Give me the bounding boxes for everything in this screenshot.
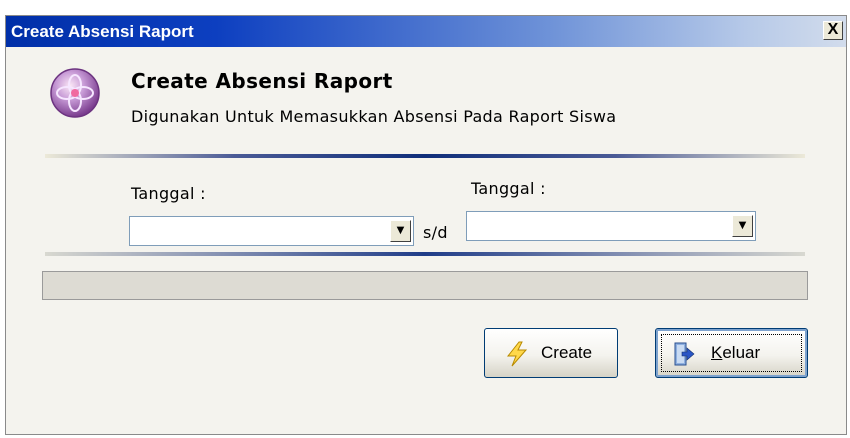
end-date-dropdown[interactable]: ▼ — [466, 211, 756, 241]
date-range-separator: s/d — [423, 223, 448, 242]
lightning-icon — [506, 341, 528, 367]
title-bar[interactable]: Create Absensi Raport X — [6, 16, 846, 47]
header-divider — [45, 154, 805, 158]
exit-door-icon — [674, 342, 695, 366]
window-title: Create Absensi Raport — [11, 22, 194, 41]
close-button[interactable]: X — [823, 21, 843, 40]
create-button-label: Create — [541, 343, 593, 362]
chevron-down-icon[interactable]: ▼ — [732, 215, 753, 237]
progress-bar — [42, 271, 808, 300]
end-date-label: Tanggal : — [471, 179, 546, 198]
keluar-button-label: Keluar — [711, 343, 761, 362]
keluar-button[interactable]: Keluar — [655, 328, 808, 378]
chevron-down-icon[interactable]: ▼ — [390, 220, 411, 242]
header-title: Create Absensi Raport — [131, 69, 393, 93]
start-date-dropdown[interactable]: ▼ — [129, 216, 414, 246]
app-logo-icon — [50, 68, 100, 118]
form-divider — [45, 252, 805, 256]
header-subtitle: Digunakan Untuk Memasukkan Absensi Pada … — [131, 107, 617, 126]
create-button[interactable]: Create — [484, 328, 618, 378]
start-date-label: Tanggal : — [131, 184, 206, 203]
